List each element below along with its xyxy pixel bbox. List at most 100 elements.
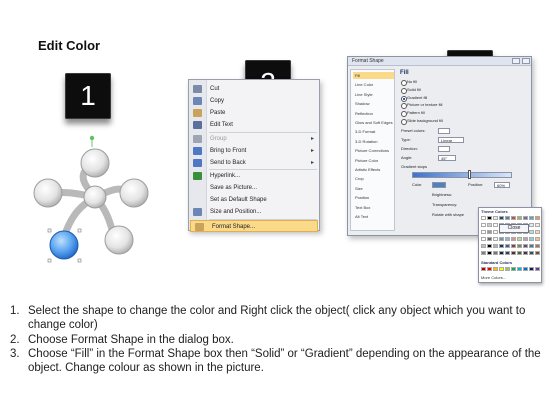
theme-color-swatch[interactable] [487,244,492,248]
theme-color-swatch[interactable] [493,230,498,234]
nav-item-3-d-rotation[interactable]: 3-D Rotation [353,138,394,145]
theme-color-swatch[interactable] [535,244,540,248]
angle-input[interactable]: 45° [438,155,456,161]
radio-pattern-fill[interactable]: Pattern fill [401,110,471,118]
pinwheel-diagram[interactable] [22,133,170,271]
standard-color-swatch[interactable] [523,267,528,271]
menu-item-bring-to-front[interactable]: Bring to Front ▸ [189,145,319,157]
theme-color-swatch[interactable] [493,216,498,220]
theme-color-swatch[interactable] [535,223,540,227]
menu-item-save-as-picture[interactable]: Save as Picture... [189,182,319,194]
radio-picture-or-texture-fill[interactable]: Picture or texture fill [401,102,471,110]
theme-color-swatch[interactable] [493,244,498,248]
theme-color-swatch[interactable] [529,237,534,241]
preset-colors-dropdown[interactable] [438,128,450,134]
nav-item-size[interactable]: Size [353,185,394,192]
theme-color-swatch[interactable] [481,237,486,241]
standard-color-swatch[interactable] [487,267,492,271]
theme-color-swatch[interactable] [499,216,504,220]
theme-color-swatch[interactable] [529,216,534,220]
gradient-stop-handle[interactable] [468,170,471,179]
menu-item-size-and-position[interactable]: Size and Position... [189,206,319,218]
theme-color-swatch[interactable] [535,216,540,220]
nav-item-picture-corrections[interactable]: Picture Corrections [353,147,394,154]
theme-color-swatch[interactable] [517,244,522,248]
standard-color-swatch[interactable] [493,267,498,271]
nav-item-alt-text[interactable]: Alt Text [353,213,394,220]
node-left[interactable] [33,178,63,208]
theme-color-swatch[interactable] [481,251,486,255]
standard-color-swatch[interactable] [529,267,534,271]
color-picker-button[interactable] [432,182,446,188]
theme-color-swatch[interactable] [535,230,540,234]
node-bottom-right[interactable] [104,225,134,255]
standard-color-swatch[interactable] [505,267,510,271]
radio-no-fill[interactable]: No fill [401,79,471,86]
radio-solid-fill[interactable]: Solid fill [401,87,471,94]
standard-color-swatch[interactable] [511,267,516,271]
theme-color-swatch[interactable] [523,251,528,255]
theme-color-swatch[interactable] [481,223,486,227]
node-center[interactable] [83,185,107,209]
theme-color-swatch[interactable] [487,216,492,220]
standard-color-swatch[interactable] [499,267,504,271]
direction-dropdown[interactable] [438,146,450,152]
menu-item-copy[interactable]: Copy [189,95,319,107]
theme-color-swatch[interactable] [487,230,492,234]
menu-item-edit-text[interactable]: Edit Text [189,119,319,131]
menu-item-send-to-back[interactable]: Send to Back ▸ [189,157,319,169]
theme-color-swatch[interactable] [535,251,540,255]
theme-color-swatch[interactable] [499,244,504,248]
theme-color-swatch[interactable] [517,251,522,255]
theme-color-swatch[interactable] [481,230,486,234]
standard-color-swatch[interactable] [535,267,540,271]
close-icon[interactable] [522,58,530,64]
theme-color-swatch[interactable] [499,237,504,241]
nav-item-line-color[interactable]: Line Color [353,81,394,88]
radio-gradient-fill[interactable]: Gradient fill [401,95,471,102]
theme-color-swatch[interactable] [505,216,510,220]
menu-item-paste[interactable]: Paste [189,107,319,119]
nav-item-position[interactable]: Position [353,194,394,201]
theme-color-swatch[interactable] [499,251,504,255]
nav-item-reflection[interactable]: Reflection [353,110,394,117]
nav-item-text-box[interactable]: Text Box [353,204,394,211]
theme-color-swatch[interactable] [529,223,534,227]
nav-item-3-d-format[interactable]: 3-D Format [353,128,394,135]
rotation-handle[interactable] [89,135,95,141]
theme-color-swatch[interactable] [487,251,492,255]
type-dropdown[interactable]: Linear [438,137,464,143]
theme-color-swatch[interactable] [529,230,534,234]
close-button[interactable]: Close [499,224,529,233]
theme-color-swatch[interactable] [529,251,534,255]
theme-color-swatch[interactable] [511,244,516,248]
menu-item-group[interactable]: Group ▸ [189,133,319,145]
theme-color-swatch[interactable] [529,244,534,248]
theme-color-swatch[interactable] [511,237,516,241]
theme-color-swatch[interactable] [511,216,516,220]
theme-color-swatch[interactable] [505,244,510,248]
theme-color-swatch[interactable] [481,216,486,220]
theme-color-swatch[interactable] [523,216,528,220]
help-icon[interactable] [512,58,520,64]
theme-color-swatch[interactable] [505,237,510,241]
menu-item-hyperlink[interactable]: Hyperlink... [189,170,319,182]
node-selected[interactable] [49,230,79,260]
nav-item-crop[interactable]: Crop [353,175,394,182]
theme-color-swatch[interactable] [487,223,492,227]
theme-color-swatch[interactable] [493,251,498,255]
standard-color-swatch[interactable] [481,267,486,271]
menu-item-cut[interactable]: Cut [189,83,319,95]
theme-color-swatch[interactable] [487,237,492,241]
nav-item-picture-color[interactable]: Picture Color [353,157,394,164]
menu-item-set-as-default-shape[interactable]: Set as Default Shape [189,194,319,206]
theme-color-swatch[interactable] [535,237,540,241]
theme-color-swatch[interactable] [493,237,498,241]
menu-item-format-shape[interactable]: Format Shape... [190,219,318,232]
rotate-with-shape-checkbox[interactable]: Rotate with shape [432,212,464,218]
theme-color-swatch[interactable] [517,237,522,241]
nav-item-shadow[interactable]: Shadow [353,100,394,107]
node-top[interactable] [80,148,110,178]
theme-color-swatch[interactable] [481,244,486,248]
node-right[interactable] [119,178,149,208]
